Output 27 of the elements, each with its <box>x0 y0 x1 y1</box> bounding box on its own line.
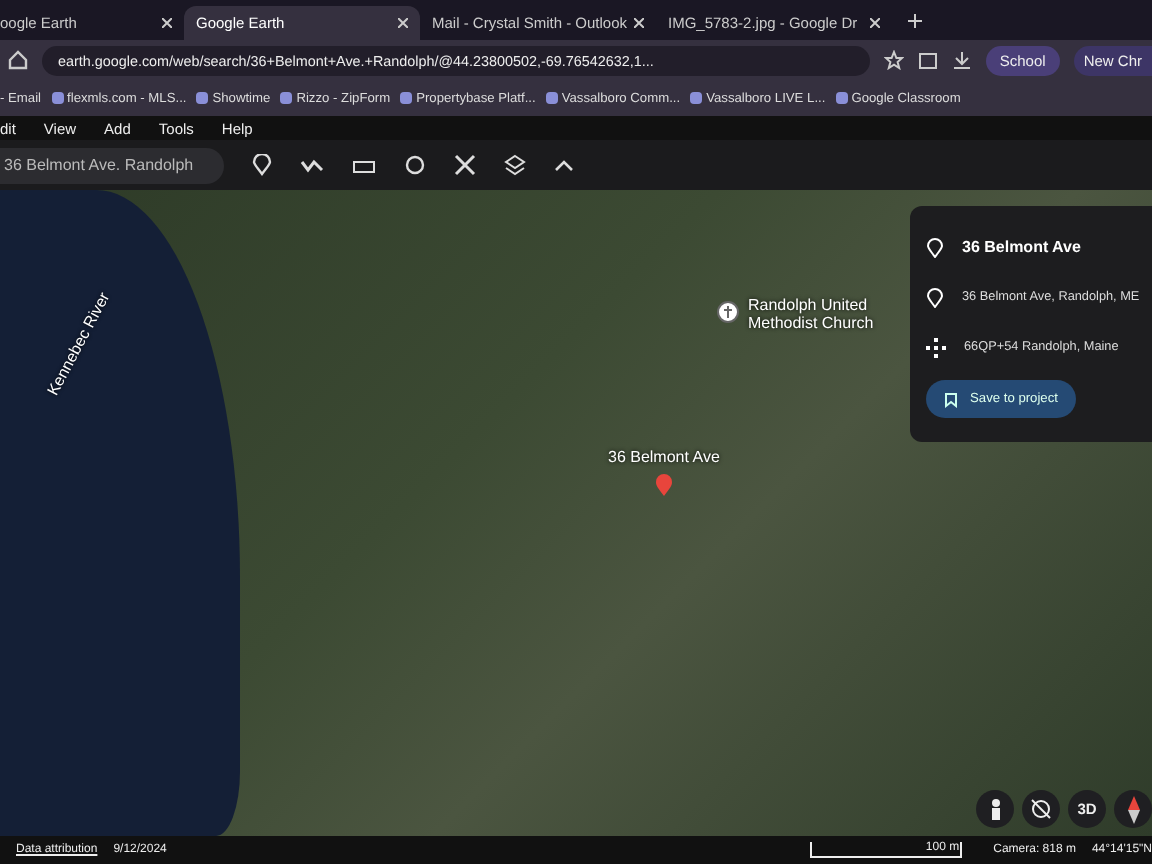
bookmark-icon <box>944 391 958 407</box>
layers-icon[interactable] <box>504 154 526 176</box>
search-field[interactable]: 36 Belmont Ave. Randolph <box>0 147 224 183</box>
new-tab-icon[interactable] <box>908 14 922 28</box>
pin-icon <box>926 237 944 257</box>
pin-icon[interactable] <box>252 154 272 176</box>
compass-button[interactable] <box>1114 790 1152 828</box>
rotation-button[interactable] <box>1022 790 1060 828</box>
collapse-icon[interactable] <box>554 157 574 173</box>
download-icon[interactable] <box>951 50 972 70</box>
dotted-cross-icon <box>926 337 946 357</box>
extension-icon[interactable] <box>917 50 938 70</box>
star-icon[interactable] <box>883 50 904 70</box>
crossed-circle-icon <box>1030 798 1052 820</box>
pin-label: 36 Belmont Ave <box>608 448 720 466</box>
path-icon[interactable] <box>300 155 324 175</box>
home-icon[interactable] <box>8 50 28 70</box>
close-icon[interactable] <box>870 18 880 28</box>
church-icon <box>716 300 740 324</box>
place-label: Randolph United Methodist Church <box>748 296 876 332</box>
close-icon[interactable] <box>634 18 644 28</box>
place-title: 36 Belmont Ave <box>962 238 1081 256</box>
close-icon[interactable] <box>162 18 172 28</box>
pegman-button[interactable] <box>976 790 1014 828</box>
pin-icon <box>926 287 944 307</box>
close-icon[interactable] <box>398 18 408 28</box>
compass-icon <box>1127 795 1139 823</box>
